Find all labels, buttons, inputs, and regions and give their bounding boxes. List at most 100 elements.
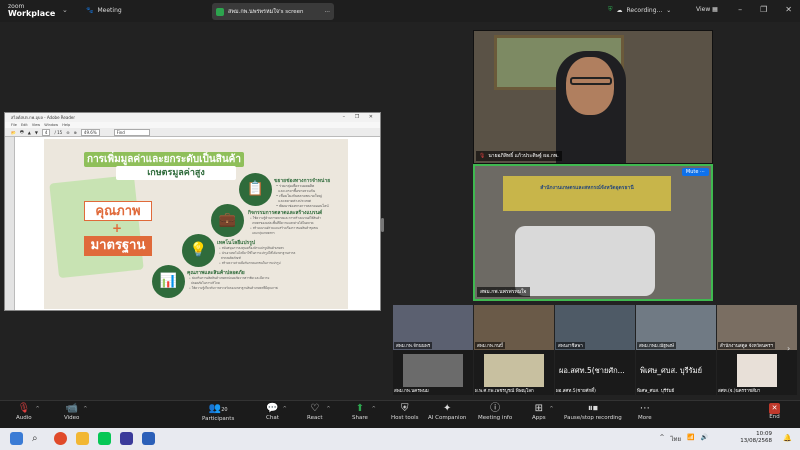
shield-icon: ⛨	[401, 403, 409, 414]
recording-indicator[interactable]: ⛨ ☁ Recording... ⌄	[608, 6, 671, 14]
shield-icon: ⛨	[608, 6, 613, 13]
meeting-tab[interactable]: 🐾 Meeting	[86, 7, 122, 14]
participant-photo	[737, 354, 777, 387]
participant-tile[interactable]: ผ.พ.ศ.กพ.เพชรบูรณ์ พิษณุโลก	[474, 350, 554, 395]
share-button[interactable]: ⬆ Share ^	[352, 403, 376, 421]
share-icon: ⬆	[355, 403, 365, 414]
chevron-up-icon[interactable]: ^	[660, 434, 665, 444]
participant-tile[interactable]: สพม.กพ.กนบี้	[474, 305, 554, 350]
meeting-info-button[interactable]: ⓘ Meeting info	[478, 403, 512, 421]
clock[interactable]: 10:09 13/08/2568	[740, 431, 772, 445]
word-icon[interactable]	[142, 432, 155, 445]
host-tools-button[interactable]: ⛨ Host tools	[391, 403, 419, 421]
apps-button[interactable]: ⊞ Apps ^	[532, 403, 554, 421]
section-body: • ใช้ความรู้ด้านการตลาดและการสร้างแบรนด์…	[250, 216, 321, 235]
room-name-label: สพม.กพ.นพรพรหมใจ	[477, 287, 530, 297]
record-label: Pause/stop recording	[564, 415, 622, 421]
video-button[interactable]: 📹 Video ^	[64, 403, 87, 421]
participant-name: พิเศษ_ศบส. บุรีรัมย์	[637, 389, 675, 394]
speaker-video[interactable]: 🎙 นายอภิสิทธิ์ แก้วประดิษฐ์ ผอ.กพ.	[473, 30, 713, 164]
line-icon[interactable]	[98, 432, 111, 445]
zoom-in-icon[interactable]: ⊕	[74, 130, 77, 135]
grid-icon: ▦	[712, 6, 718, 13]
participant-tile[interactable]: สพม.กพ.จักนนพร	[393, 305, 473, 350]
pdf-side-panel[interactable]	[5, 137, 15, 310]
print-icon[interactable]: 🖶	[20, 129, 24, 136]
clipboard-illustration	[49, 174, 144, 279]
speaker-face	[566, 57, 614, 115]
video-off-icon: 📹	[65, 403, 78, 414]
participant-name: สศท.(จ.)นครราชสีมา	[718, 389, 761, 394]
end-icon: ✕	[769, 403, 780, 414]
participant-name: สพม.กพม.ณัฐพงษ์	[637, 342, 676, 349]
participants-button[interactable]: 👥20 Participants	[202, 403, 234, 422]
speaker-name: นายอภิสิทธิ์ แก้วประดิษฐ์ ผอ.กพ.	[488, 153, 559, 159]
meeting-table	[515, 226, 655, 296]
participant-name: สพม.กพ.กนบี้	[475, 342, 505, 349]
view-button[interactable]: View ▦	[696, 6, 718, 13]
windows-start-icon[interactable]	[10, 432, 23, 445]
participant-tile[interactable]: สศท.(จ.)นครราชสีมา	[717, 350, 797, 395]
zoom-logo: zoom Workplace	[8, 3, 55, 18]
shared-pdf-window[interactable]: สไลด์สปก.กพ.อุบล - Adobe Reader – ❐ ✕ Fi…	[4, 112, 381, 311]
search-icon[interactable]: ⌕	[32, 432, 45, 445]
app-icon[interactable]	[120, 432, 133, 445]
chevron-up-icon[interactable]: ^	[549, 406, 553, 412]
more-button[interactable]: ⋯ More	[638, 403, 652, 421]
stage-scrollbar[interactable]	[381, 218, 384, 232]
maximize-icon[interactable]: ❐	[760, 5, 767, 14]
bar-chart-icon: 📊	[152, 265, 185, 298]
clock-time: 10:09	[756, 431, 772, 437]
participant-name: สพม.กพ.นครพนม	[394, 389, 429, 394]
ai-companion-label: AI Companion	[428, 415, 467, 421]
react-button[interactable]: ♡ React ^	[307, 403, 331, 421]
mute-button[interactable]: Mute ⋯	[681, 168, 709, 176]
end-label: End	[769, 414, 780, 420]
audio-button[interactable]: 🎙 Audio ^	[16, 403, 40, 421]
down-icon[interactable]: ▼	[35, 130, 38, 135]
participant-tile[interactable]: สำนักงานสตูล จังหวัดนครฯ	[717, 305, 797, 350]
page-number-input[interactable]: 4	[41, 128, 51, 136]
folder-icon[interactable]	[76, 432, 89, 445]
participant-tile[interactable]: สพนงาชิลพา	[555, 305, 635, 350]
chevron-down-icon[interactable]: ⌄	[62, 6, 68, 14]
chevron-up-icon[interactable]: ^	[83, 406, 87, 412]
chevron-up-icon[interactable]: ^	[35, 406, 39, 412]
participant-tile[interactable]: สพม.กพ.นครพนม	[393, 350, 473, 395]
chrome-icon[interactable]	[54, 432, 67, 445]
chat-button[interactable]: 💬 Chat ^	[266, 403, 287, 421]
room-name: สพม.กพ.นพรพรหมใจ	[480, 289, 527, 295]
room-video[interactable]: สำนักงานเกษตรและสหกรณ์จังหวัดอุดรธานี Mu…	[473, 164, 713, 301]
system-tray: ^ ไทย 📶 🔊	[660, 434, 709, 444]
pdf-window-controls[interactable]: – ❐ ✕	[343, 113, 377, 122]
participant-tile[interactable]: ผอ.สศท.5(ชายศัก... ผอ.สศท.5(ชายศักดิ์)	[555, 350, 635, 395]
chevron-up-icon[interactable]: ^	[372, 406, 376, 412]
zoom-input[interactable]: 49.6%	[80, 128, 100, 136]
view-label: View	[696, 6, 711, 13]
chevron-up-icon[interactable]: ^	[283, 406, 287, 412]
ai-companion-button[interactable]: ✦ AI Companion	[428, 403, 466, 421]
close-icon[interactable]: ✕	[785, 5, 792, 14]
language-indicator[interactable]: ไทย	[671, 434, 682, 444]
chevron-down-icon[interactable]: ⌄	[666, 7, 671, 14]
find-input[interactable]: Find	[113, 128, 150, 136]
participant-tile[interactable]: พิเศษ_ศบส. บุรีรัมย์ พิเศษ_ศบส. บุรีรัมย์	[636, 350, 716, 395]
up-icon[interactable]: ▲	[28, 130, 31, 135]
chevron-right-icon[interactable]: ›	[787, 344, 790, 353]
volume-icon[interactable]: 🔊	[701, 434, 708, 444]
zoom-out-icon[interactable]: ⊖	[66, 130, 69, 135]
share-tab[interactable]: สพม.กพ.นพรพรหมใจ's screen ⋯	[212, 3, 334, 20]
record-button[interactable]: ⏸⏹ Pause/stop recording	[564, 403, 622, 421]
chevron-up-icon[interactable]: ^	[326, 406, 330, 412]
notification-icon[interactable]: 🔔	[783, 434, 792, 442]
participant-photo	[484, 354, 544, 387]
banner	[503, 176, 671, 211]
end-button[interactable]: ✕ End	[769, 403, 780, 420]
participant-tile[interactable]: สพม.กพม.ณัฐพงษ์	[636, 305, 716, 350]
more-icon[interactable]: ⋯	[325, 9, 331, 15]
pdf-document-area[interactable]: การเพิ่มมูลค่าและยกระดับเป็นสินค้า เกษตร…	[5, 137, 380, 310]
wifi-icon[interactable]: 📶	[687, 434, 694, 444]
open-icon[interactable]: 📂	[11, 130, 16, 135]
minimize-icon[interactable]: –	[738, 5, 742, 14]
window-controls: – ❐ ✕	[738, 5, 792, 14]
